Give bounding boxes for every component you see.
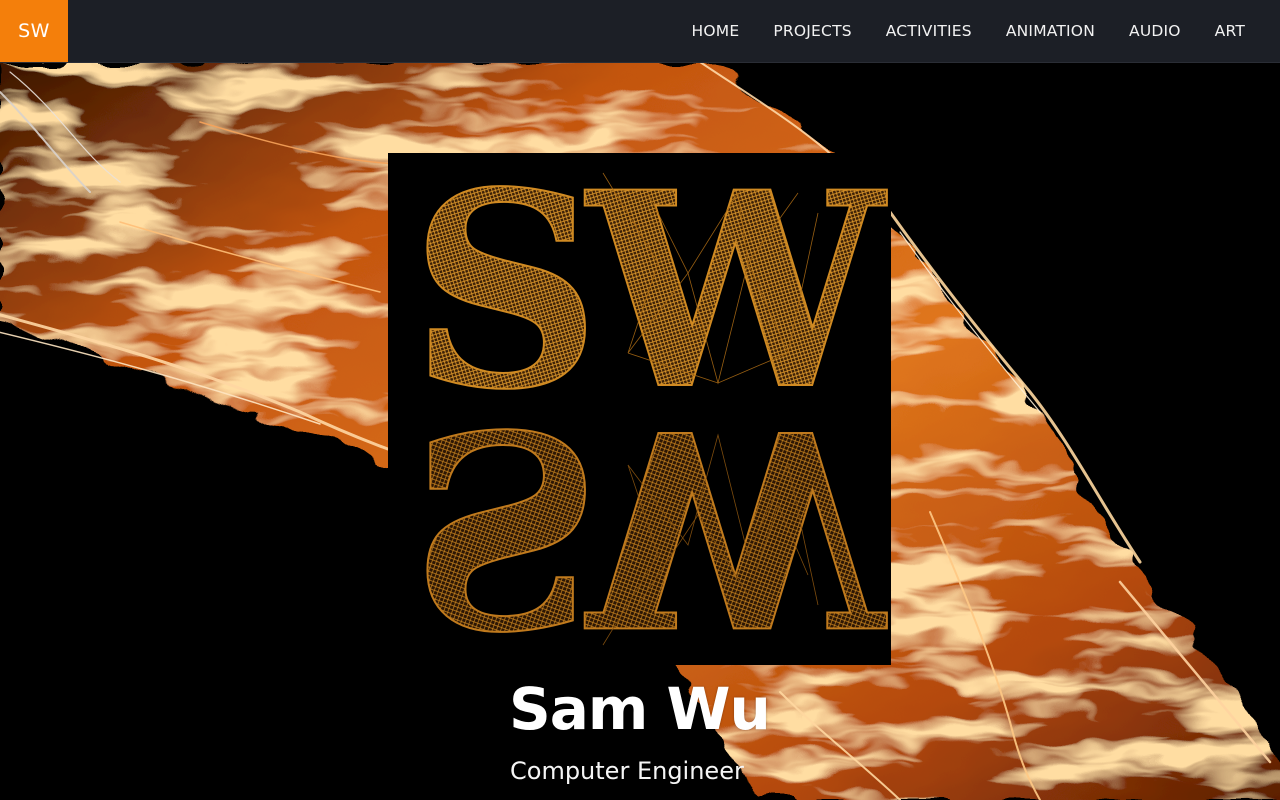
nav-item-audio: AUDIO xyxy=(1112,0,1198,62)
logo-sw-lower-mirrored: SW xyxy=(409,368,891,665)
nav-link-animation[interactable]: ANIMATION xyxy=(989,0,1112,62)
page: SW HOME PROJECTS ACTIVITIES ANIMATION AU… xyxy=(0,0,1280,800)
hero-name-heading: Sam Wu xyxy=(509,675,771,743)
hero-role-subtitle: Computer Engineer xyxy=(510,757,744,785)
hero-section: SW SW Sam Wu Computer Engineer xyxy=(0,62,1280,800)
nav-link-art[interactable]: ART xyxy=(1198,0,1262,62)
nav-item-projects: PROJECTS xyxy=(756,0,868,62)
brand-logo-link[interactable]: SW xyxy=(0,0,68,62)
nav-link-home[interactable]: HOME xyxy=(675,0,757,62)
nav-item-home: HOME xyxy=(675,0,757,62)
nav-menu: HOME PROJECTS ACTIVITIES ANIMATION AUDIO… xyxy=(675,0,1262,62)
nav-item-activities: ACTIVITIES xyxy=(869,0,989,62)
nav-item-animation: ANIMATION xyxy=(989,0,1112,62)
nav-link-activities[interactable]: ACTIVITIES xyxy=(869,0,989,62)
svg-text:SW: SW xyxy=(410,369,888,665)
navbar: SW HOME PROJECTS ACTIVITIES ANIMATION AU… xyxy=(0,0,1280,63)
nav-link-projects[interactable]: PROJECTS xyxy=(756,0,868,62)
nav-link-audio[interactable]: AUDIO xyxy=(1112,0,1198,62)
sw-logo-graphic: SW SW xyxy=(409,153,891,665)
nav-item-art: ART xyxy=(1198,0,1262,62)
sw-logo-image: SW SW xyxy=(388,153,891,665)
